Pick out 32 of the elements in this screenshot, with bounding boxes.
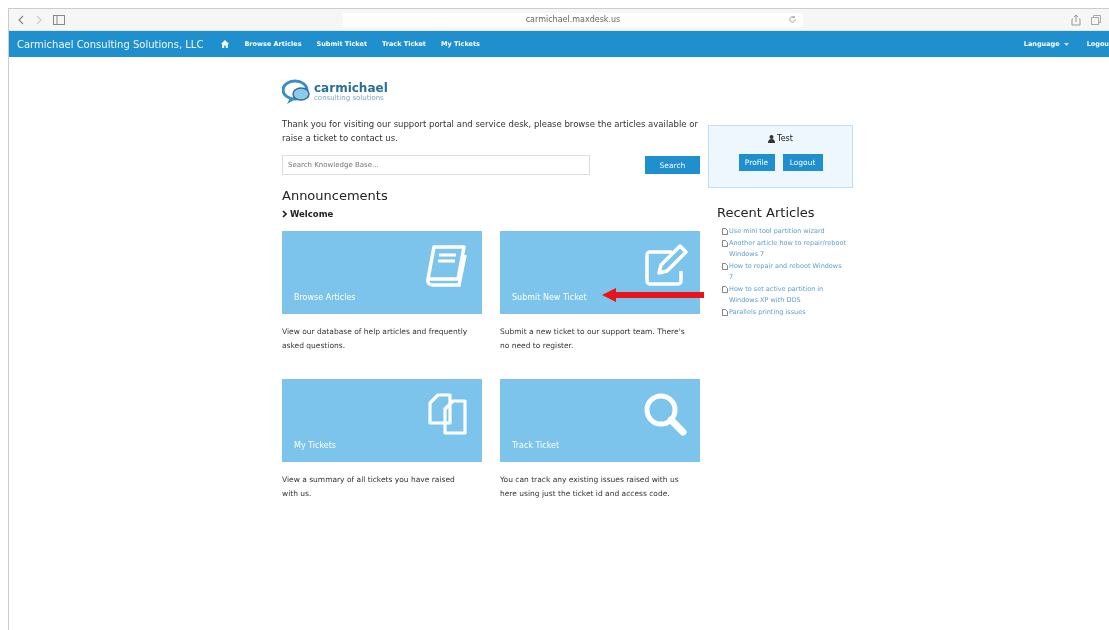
address-bar[interactable]: carmichael.maxdesk.us — [343, 12, 803, 27]
caret-icon — [1063, 42, 1069, 46]
edit-icon — [642, 243, 688, 289]
tile-card[interactable]: My Tickets — [282, 379, 482, 462]
logo-icon — [282, 79, 312, 105]
tabs-icon[interactable] — [1091, 14, 1101, 25]
back-icon[interactable] — [17, 14, 25, 25]
user-name: Test — [777, 134, 793, 143]
share-icon[interactable] — [1071, 13, 1081, 26]
chevron-icon — [282, 210, 287, 218]
reload-icon[interactable] — [788, 15, 797, 24]
forward-icon[interactable] — [35, 14, 43, 25]
book-icon — [424, 243, 470, 289]
sidebar-icon[interactable] — [53, 14, 65, 25]
recent-articles-heading: Recent Articles — [717, 205, 816, 220]
intro-text: Thank you for visiting our support portal and service desk, please browse the articles available or raise a ticket to contact us. — [282, 118, 699, 145]
logo-name: carmichael — [314, 82, 388, 94]
document-icon — [722, 308, 728, 316]
announcements-heading: Announcements — [282, 188, 389, 203]
user-icon — [768, 134, 776, 143]
announcement-link[interactable]: Welcome — [290, 209, 334, 219]
search-icon — [642, 391, 688, 437]
tile-title: Track Ticket — [512, 441, 560, 450]
tile-card[interactable]: Track Ticket — [500, 379, 700, 462]
brand-link[interactable]: Carmichael Consulting Solutions, LLC — [17, 38, 204, 50]
document-icon — [722, 285, 728, 293]
document-icon — [722, 262, 728, 270]
tile-title: Browse Articles — [294, 293, 356, 302]
tile-title: Submit New Ticket — [512, 293, 587, 302]
tile-title: My Tickets — [294, 441, 336, 450]
tile-card[interactable]: Browse Articles — [282, 231, 482, 314]
home-icon[interactable] — [221, 40, 230, 48]
